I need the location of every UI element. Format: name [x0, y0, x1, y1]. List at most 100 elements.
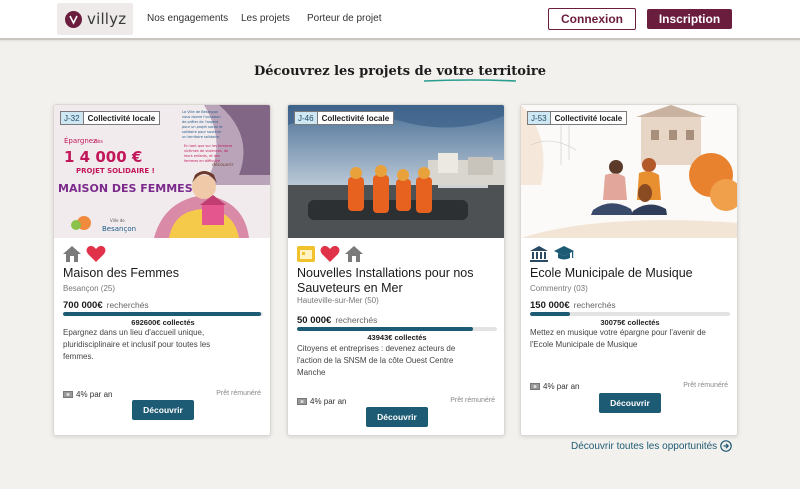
- project-title-line: Nouvelles Installations pour nos: [297, 266, 474, 280]
- title-underline: [424, 79, 516, 82]
- deadline-badge: J-32 Collectivité locale: [60, 111, 161, 125]
- project-title[interactable]: Nouvelles Installations pour nos Sauvete…: [297, 266, 497, 296]
- project-card-maison-des-femmes[interactable]: Épargnez dès 1 4 000 € PROJET SOLIDAIRE …: [53, 104, 271, 436]
- signup-button[interactable]: Inscription: [647, 9, 732, 29]
- interest-rate: 4% par an: [530, 382, 579, 391]
- discover-button[interactable]: Découvrir: [366, 407, 428, 427]
- rate-text: 4% par an: [76, 390, 113, 399]
- image-text-des: dès: [94, 138, 103, 145]
- arrow-right-circle-icon: [720, 440, 732, 452]
- project-description: Mettez en musique votre épargne pour l'a…: [530, 327, 730, 351]
- nav-project-owner[interactable]: Porteur de projet: [307, 13, 382, 24]
- heart-icon: [86, 245, 106, 262]
- category-icons: [296, 244, 364, 264]
- section-title-prefix: Découvrez les projets de: [253, 64, 437, 79]
- deadline-badge: J-53 Collectivité locale: [527, 111, 628, 125]
- amount-collected: 43943€ collectés: [367, 333, 427, 342]
- deadline-badge: J-46 Collectivité locale: [294, 111, 395, 125]
- image-text-city: Besançon: [102, 225, 136, 233]
- description-line: l'action de la SNSM de la côte Ouest Cen…: [297, 356, 454, 365]
- nav-engagements[interactable]: Nos engagements: [147, 13, 228, 24]
- image-info-line: un territoire solidaire.: [182, 135, 220, 139]
- interest-rate: 4% par an: [297, 397, 346, 406]
- description-line: Mettez en musique votre épargne pour l'a…: [530, 328, 706, 337]
- discover-button[interactable]: Découvrir: [132, 400, 194, 420]
- loan-type: Prêt rémunéré: [450, 397, 495, 404]
- days-left: J-53: [528, 112, 551, 124]
- amount-collected: 30075€ collectés: [600, 318, 660, 327]
- description-line: Epargnez dans un lieu d'accueil unique,: [63, 328, 205, 337]
- funding-progress-fill: [63, 312, 261, 316]
- project-location: Hauteville-sur-Mer (50): [297, 296, 379, 305]
- amount-value: 50 000€: [297, 315, 332, 326]
- amount-collected: 692600€ collectés: [131, 318, 195, 327]
- discover-button[interactable]: Découvrir: [599, 393, 661, 413]
- amount-sought: 50 000€ recherchés: [297, 315, 377, 326]
- category-icons: [62, 244, 106, 264]
- image-text-amount: 1 4 000 €: [64, 148, 142, 166]
- funding-progress-fill: [297, 327, 473, 331]
- image-text-epargnez: Épargnez: [64, 136, 97, 145]
- project-location: Besançon (25): [63, 284, 116, 293]
- entity-type: Collectivité locale: [87, 113, 156, 123]
- nav-projects[interactable]: Les projets: [241, 13, 290, 24]
- project-card-sauveteurs-en-mer[interactable]: J-46 Collectivité locale Nouvelles Insta…: [287, 104, 505, 436]
- amount-sought: 150 000€ recherchés: [530, 300, 616, 311]
- image-info-line: vous donne l'occasion: [182, 115, 221, 119]
- all-opportunities-text: Découvrir toutes les opportunités: [571, 440, 718, 452]
- category-icons: [529, 244, 575, 264]
- project-title-line: Sauveteurs en Mer: [297, 281, 403, 295]
- graduation-cap-icon: [554, 246, 574, 260]
- house-icon: [345, 246, 363, 262]
- funding-progress-bar: [297, 327, 497, 331]
- project-title[interactable]: Maison des Femmes: [63, 266, 263, 281]
- project-title[interactable]: Ecole Municipale de Musique: [530, 266, 730, 281]
- funding-progress-bar: [63, 312, 263, 316]
- project-location: Commentry (03): [530, 284, 588, 293]
- all-opportunities-link[interactable]: Découvrir toutes les opportunités: [571, 440, 732, 452]
- funding-progress-fill: [530, 312, 570, 316]
- description-line: l'Ecole Municipale de Musique: [530, 340, 638, 349]
- project-title-line: Ecole Municipale de Musique: [530, 266, 693, 280]
- amount-label: recherchés: [335, 315, 378, 325]
- calendar-icon: [297, 246, 315, 262]
- banknote-icon: [297, 398, 307, 405]
- amount-sought: 700 000€ recherchés: [63, 300, 149, 311]
- image-mid-line: femmes en difficulté: [184, 159, 220, 163]
- image-text-ville: Ville de: [110, 218, 125, 223]
- login-button[interactable]: Connexion: [548, 8, 636, 30]
- days-left: J-46: [295, 112, 318, 124]
- heart-icon: [320, 245, 340, 262]
- rate-text: 4% par an: [543, 382, 580, 391]
- house-icon: [63, 246, 81, 262]
- museum-icon: [530, 246, 548, 262]
- description-line: Manche: [297, 368, 326, 377]
- image-info-line: La Ville de Besançon: [182, 110, 218, 114]
- project-title-line: Maison des Femmes: [63, 266, 180, 280]
- section-title: Découvrez les projets de votre territoir…: [0, 64, 800, 79]
- logo[interactable]: villyz: [57, 3, 133, 35]
- image-mid-line: En tant que sur les femmes: [184, 144, 232, 148]
- banknote-icon: [63, 391, 73, 398]
- interest-rate: 4% par an: [63, 390, 112, 399]
- image-info-line: solidaire pour soutenir: [182, 130, 222, 134]
- image-info-line: pour un projet social et: [182, 125, 223, 129]
- image-text-projet: PROJET SOLIDAIRE !: [76, 167, 155, 175]
- project-description: Citoyens et entreprises : devenez acteur…: [297, 343, 497, 379]
- image-mid-line: victimes de violences, de: [184, 149, 228, 153]
- amount-label: recherchés: [106, 300, 149, 310]
- loan-type: Prêt rémunéré: [216, 390, 261, 397]
- top-nav-bar: villyz Nos engagements Les projets Porte…: [0, 0, 800, 40]
- project-card-ecole-de-musique[interactable]: J-53 Collectivité locale Ecole Municipal…: [520, 104, 738, 436]
- logo-text: villyz: [87, 10, 127, 28]
- entity-type: Collectivité locale: [321, 113, 390, 123]
- project-description: Epargnez dans un lieu d'accueil unique, …: [63, 327, 263, 363]
- image-info-line: de prêter de l'argent: [182, 120, 219, 124]
- funding-progress-bar: [530, 312, 730, 316]
- description-line: pluridisciplinaire et inclusif pour tout…: [63, 340, 211, 349]
- description-line: femmes.: [63, 352, 94, 361]
- logo-v-icon: [65, 10, 82, 28]
- amount-value: 150 000€: [530, 300, 570, 311]
- rate-text: 4% par an: [310, 397, 347, 406]
- loan-type: Prêt rémunéré: [683, 382, 728, 389]
